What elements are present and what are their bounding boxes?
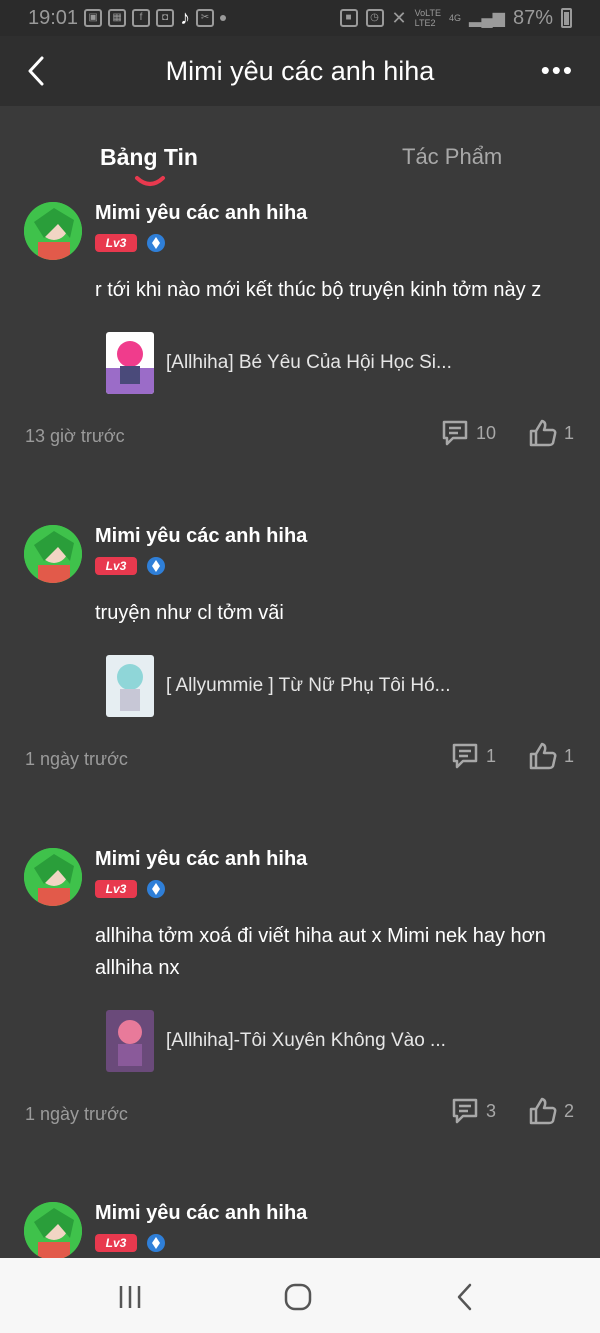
more-menu-button[interactable]: •••: [541, 57, 574, 83]
verified-badge-icon: [147, 557, 165, 575]
thumbs-up-icon: [529, 1097, 557, 1125]
level-badge: Lv3: [95, 234, 137, 252]
feed-post[interactable]: Mimi yêu các anh hiha Lv3 allhiha tởm xo…: [0, 846, 600, 1146]
linked-story[interactable]: [Allhiha]-Tôi Xuyên Không Vào ...: [106, 1010, 446, 1072]
level-badge: Lv3: [95, 1234, 137, 1252]
comment-count: 3: [485, 1100, 496, 1121]
more-notifications-icon: [220, 15, 227, 21]
status-time: 19:01: [28, 6, 79, 29]
linked-story[interactable]: [Allhiha] Bé Yêu Của Hội Học Si...: [106, 332, 452, 394]
story-cover-image: [106, 1010, 154, 1072]
comment-icon: [442, 420, 468, 446]
recent-apps-button[interactable]: [112, 1282, 148, 1312]
mute-icon: ✕: [391, 7, 407, 28]
comment-button[interactable]: 1: [450, 741, 496, 771]
system-back-button[interactable]: [448, 1282, 484, 1312]
status-left: 19:01 ▣ ▦ f ◘ ♪ ✂: [28, 6, 227, 30]
status-bar: 19:01 ▣ ▦ f ◘ ♪ ✂ ■ ◷ ✕ VoLTE LTE2 4G ▂▄▆…: [0, 0, 600, 36]
feed-post[interactable]: Mimi yêu các anh hiha Lv3: [0, 1200, 600, 1258]
network-4g-icon: 4G: [449, 13, 462, 23]
comment-icon: [452, 743, 478, 769]
tab-bang-tin[interactable]: Bảng Tin: [100, 144, 198, 171]
comment-button[interactable]: 10: [440, 418, 496, 448]
level-badge: Lv3: [95, 557, 137, 575]
gallery-icon: ▦: [108, 9, 127, 27]
thumbs-up-icon: [529, 742, 557, 770]
post-actions: 10 1: [440, 418, 574, 448]
photo-icon: ▣: [84, 9, 103, 27]
author-name[interactable]: Mimi yêu các anh hiha: [95, 848, 307, 871]
like-count: 2: [563, 1100, 574, 1121]
linked-story[interactable]: [ Allyummie ] Từ Nữ Phụ Tôi Hó...: [106, 655, 451, 717]
capcut-icon: ✂: [196, 9, 215, 27]
verified-badge-icon: [147, 234, 165, 252]
battery-icon: [561, 8, 572, 28]
like-count: 1: [563, 422, 574, 443]
avatar[interactable]: [24, 1202, 82, 1258]
feed-post[interactable]: Mimi yêu các anh hiha Lv3 r tới khi nào …: [0, 200, 600, 470]
profile-tabs: Bảng Tin Tác Phẩm: [0, 140, 600, 196]
avatar[interactable]: [24, 525, 82, 583]
app-header: Mimi yêu các anh hiha •••: [0, 36, 600, 106]
story-title: [Allhiha] Bé Yêu Của Hội Học Si...: [166, 352, 452, 373]
battery-percent: 87%: [512, 6, 553, 29]
avatar[interactable]: [24, 848, 82, 906]
tab-active-indicator: [135, 176, 165, 186]
alarm-icon: ◷: [365, 9, 384, 27]
post-time: 1 ngày trước: [25, 749, 128, 769]
lock-icon: ■: [339, 9, 358, 27]
post-actions: 1 1: [450, 741, 574, 771]
like-button[interactable]: 2: [528, 1096, 574, 1126]
story-cover-image: [106, 332, 154, 394]
post-content: truyện như cl tởm vãi: [95, 602, 284, 624]
tiktok-icon: ♪: [180, 6, 191, 29]
shop-icon: ◘: [156, 9, 175, 27]
post-content: r tới khi nào mới kết thúc bộ truyện kin…: [95, 279, 542, 301]
story-cover-image: [106, 655, 154, 717]
like-button[interactable]: 1: [528, 741, 574, 771]
back-button[interactable]: [22, 54, 52, 88]
post-time: 1 ngày trước: [25, 1104, 128, 1124]
facebook-icon: f: [132, 9, 151, 27]
level-badge: Lv3: [95, 880, 137, 898]
thumbs-up-icon: [529, 419, 557, 447]
author-name[interactable]: Mimi yêu các anh hiha: [95, 525, 307, 548]
author-name[interactable]: Mimi yêu các anh hiha: [95, 1202, 307, 1225]
like-count: 1: [563, 745, 574, 766]
page-title: Mimi yêu các anh hiha: [165, 55, 435, 86]
comment-button[interactable]: 3: [450, 1096, 496, 1126]
like-button[interactable]: 1: [528, 418, 574, 448]
signal-icon: ▂▄▆: [469, 10, 505, 27]
author-name[interactable]: Mimi yêu các anh hiha: [95, 202, 307, 225]
status-right: ■ ◷ ✕ VoLTE LTE2 4G ▂▄▆ 87%: [339, 6, 572, 30]
post-time: 13 giờ trước: [25, 426, 125, 446]
comment-count: 10: [475, 422, 496, 443]
story-title: [ Allyummie ] Từ Nữ Phụ Tôi Hó...: [166, 675, 451, 696]
volte-indicator: VoLTE LTE2: [414, 8, 441, 28]
story-title: [Allhiha]-Tôi Xuyên Không Vào ...: [166, 1030, 446, 1051]
system-navigation-bar: [0, 1258, 600, 1333]
verified-badge-icon: [147, 1234, 165, 1252]
tab-tac-pham[interactable]: Tác Phẩm: [402, 144, 502, 170]
post-actions: 3 2: [450, 1096, 574, 1126]
post-content: allhiha tởm xoá đi viết hiha aut x Mimi …: [95, 925, 546, 979]
feed-post[interactable]: Mimi yêu các anh hiha Lv3 truyện như cl …: [0, 523, 600, 793]
verified-badge-icon: [147, 880, 165, 898]
comment-count: 1: [485, 745, 496, 766]
avatar[interactable]: [24, 202, 82, 260]
comment-icon: [452, 1098, 478, 1124]
home-button[interactable]: [280, 1282, 316, 1312]
